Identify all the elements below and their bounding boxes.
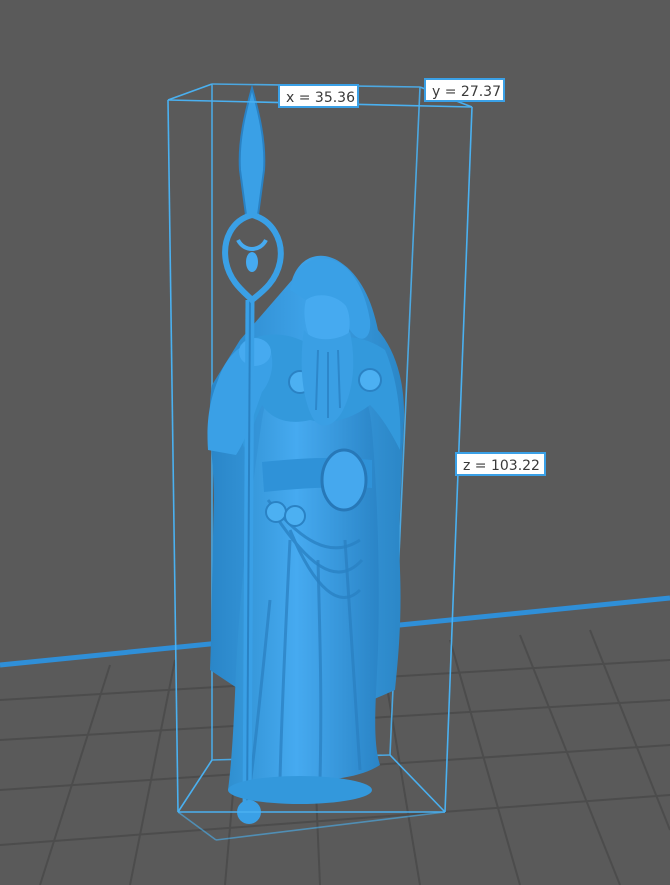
dimension-y-label: y = 27.37: [424, 78, 505, 102]
shoulder-clasp-right: [358, 368, 382, 392]
wizard-model[interactable]: [207, 84, 405, 824]
3d-viewport[interactable]: x = 35.36 y = 27.37 z = 103.22: [0, 0, 670, 885]
dimension-z-label: z = 103.22: [455, 452, 546, 476]
scene-canvas[interactable]: [0, 0, 670, 885]
belt-buckle: [320, 448, 368, 512]
feet: [228, 776, 372, 804]
dimension-x-label: x = 35.36: [278, 84, 359, 108]
hand: [239, 338, 271, 366]
